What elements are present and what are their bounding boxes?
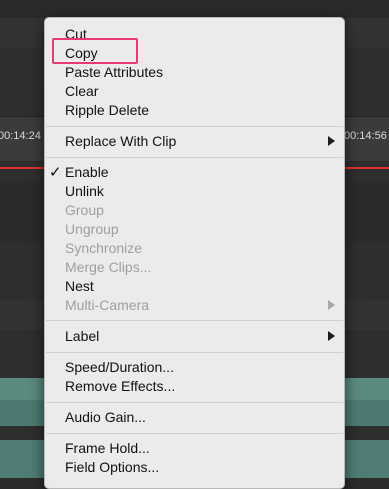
menu-item-label: Speed/Duration...	[65, 359, 174, 375]
menu-item-label: Field Options...	[65, 459, 160, 475]
checkmark-icon: ✓	[49, 164, 62, 181]
menu-item-ungroup[interactable]: Ungroup	[45, 220, 344, 239]
menu-item-ripple-delete[interactable]: Ripple Delete	[45, 101, 344, 120]
menu-item-paste-attributes[interactable]: Paste Attributes	[45, 63, 344, 82]
menu-item-label-submenu[interactable]: Label	[45, 327, 344, 346]
context-menu: Cut Copy Paste Attributes Clear Ripple D…	[44, 17, 345, 489]
menu-item-label: Frame Hold...	[65, 440, 150, 456]
menu-item-merge-clips[interactable]: Merge Clips...	[45, 258, 344, 277]
menu-item-label: Enable	[65, 164, 109, 180]
menu-item-label: Merge Clips...	[65, 259, 152, 275]
menu-separator	[46, 157, 343, 158]
menu-item-label: Ripple Delete	[65, 102, 150, 118]
copy-highlight-box	[52, 38, 138, 64]
menu-item-remove-effects[interactable]: Remove Effects...	[45, 377, 344, 396]
menu-item-clear[interactable]: Clear	[45, 82, 344, 101]
menu-item-field-options[interactable]: Field Options...	[45, 458, 344, 477]
menu-item-label: Synchronize	[65, 240, 143, 256]
menu-item-group[interactable]: Group	[45, 201, 344, 220]
menu-item-label: Unlink	[65, 183, 104, 199]
menu-item-label: Clear	[65, 83, 99, 99]
menu-item-label: Group	[65, 202, 104, 218]
menu-item-label: Paste Attributes	[65, 64, 164, 80]
submenu-arrow-icon	[328, 300, 335, 310]
timecode-left: 00:14:24	[0, 130, 41, 142]
menu-item-label: Replace With Clip	[65, 133, 177, 149]
menu-separator	[46, 433, 343, 434]
menu-item-multi-camera[interactable]: Multi-Camera	[45, 296, 344, 315]
menu-item-label: Ungroup	[65, 221, 119, 237]
menu-separator	[46, 402, 343, 403]
menu-item-replace-with-clip[interactable]: Replace With Clip	[45, 132, 344, 151]
menu-item-enable[interactable]: ✓ Enable	[45, 163, 344, 182]
menu-item-audio-gain[interactable]: Audio Gain...	[45, 408, 344, 427]
menu-item-synchronize[interactable]: Synchronize	[45, 239, 344, 258]
menu-item-speed-duration[interactable]: Speed/Duration...	[45, 358, 344, 377]
menu-separator	[46, 352, 343, 353]
menu-item-frame-hold[interactable]: Frame Hold...	[45, 439, 344, 458]
menu-item-label: Nest	[65, 278, 94, 294]
menu-item-nest[interactable]: Nest	[45, 277, 344, 296]
menu-item-label: Audio Gain...	[65, 409, 146, 425]
menu-separator	[46, 126, 343, 127]
menu-separator	[46, 320, 343, 321]
menu-item-label: Remove Effects...	[65, 378, 176, 394]
submenu-arrow-icon	[328, 136, 335, 146]
submenu-arrow-icon	[328, 331, 335, 341]
menu-item-unlink[interactable]: Unlink	[45, 182, 344, 201]
top-bar	[0, 0, 389, 18]
menu-item-label: Label	[65, 328, 100, 344]
timecode-right: 00:14:56	[344, 130, 387, 142]
menu-item-label: Multi-Camera	[65, 297, 150, 313]
